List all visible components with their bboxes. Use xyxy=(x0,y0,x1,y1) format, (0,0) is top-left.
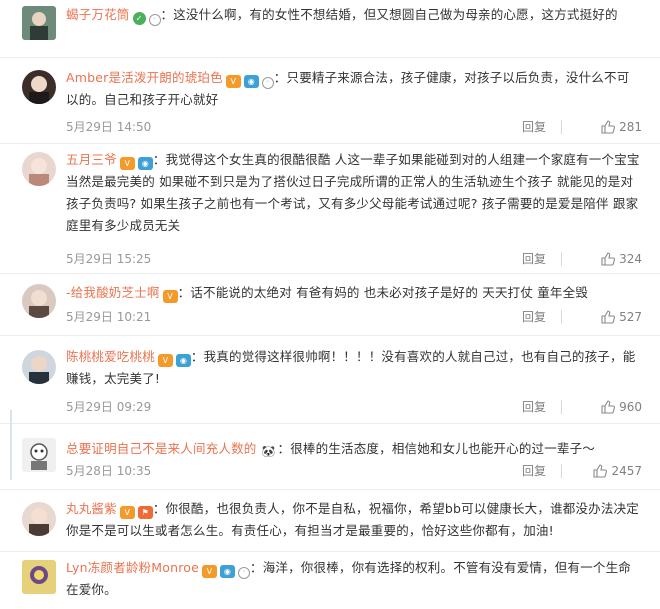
avatar-image xyxy=(22,70,56,104)
reply-button[interactable]: 回复 xyxy=(522,118,546,136)
comment-text: 丸丸酱紫 V ⚑ ：你很酷，也很负责人，你不是自私，祝福你，希望bb可以健康长大，谁都… xyxy=(66,501,639,538)
username-link[interactable]: Amber是活泼开朗的琥珀色 xyxy=(66,70,223,85)
timestamp: 5月28日 10:35 xyxy=(66,464,152,478)
reply-button[interactable]: 回复 xyxy=(522,398,546,416)
thumbs-up-icon xyxy=(601,310,616,324)
thumbs-up-icon xyxy=(601,400,616,414)
avatar[interactable] xyxy=(22,284,56,318)
vip-icon: V xyxy=(119,157,135,170)
username-link[interactable]: 蝎子万花筒 xyxy=(66,7,130,22)
username-link[interactable]: 陈桃桃爱吃桃桃 xyxy=(66,349,155,364)
like-count: 527 xyxy=(619,310,642,324)
comment-meta: 5月28日 10:35 回复 2457 xyxy=(66,462,642,480)
username-link[interactable]: 五月三爷 xyxy=(66,152,117,167)
comment-content: 我觉得这个女生真的很酷很酷 人这一辈子如果能碰到对的人组建一个家庭有一个宝宝当然… xyxy=(66,152,640,233)
username-link[interactable]: Lyn冻颜者龄粉Monroe xyxy=(66,560,199,575)
comment-content: 这没什么啊，有的女性不想结婚，但又想圆自己做为母亲的心愿，这方式挺好的 xyxy=(173,7,618,22)
comment-meta: 5月29日 10:21 回复 527 xyxy=(66,308,642,326)
ring-icon: ◦ xyxy=(238,567,250,579)
vip-icon: V xyxy=(202,565,217,578)
avatar-image xyxy=(22,152,56,186)
timestamp: 5月29日 09:29 xyxy=(66,400,152,414)
comment-item: 五月三爷 V ◉ ：我觉得这个女生真的很酷很酷 人这一辈子如果能碰到对的人组建一个家庭… xyxy=(0,144,660,274)
vip-icon: V xyxy=(119,506,135,519)
comment-text: 总要证明自己不是来人间充人数的 🐼 ：很棒的生活态度，相信她和女儿也能开心的过一辈子… xyxy=(66,441,596,458)
like-count: 281 xyxy=(619,120,642,134)
timestamp: 5月29日 10:21 xyxy=(66,310,152,324)
comment-item: 陈桃桃爱吃桃桃 V ◉ ：我真的觉得这样很帅啊！！！！没有喜欢的人就自己过，也有自己的… xyxy=(0,336,660,424)
camera-icon: ◉ xyxy=(243,75,259,88)
comment-meta: 5月29日 14:50 回复 281 xyxy=(66,118,642,136)
camera-icon: ◉ xyxy=(220,565,235,578)
divider xyxy=(561,464,562,478)
divider xyxy=(561,120,562,134)
avatar-image xyxy=(22,350,56,384)
avatar-image xyxy=(22,502,56,536)
comment-text: Lyn冻颜者龄粉Monroe V ◉ ◦ ：海洋，你很棒，你有选择的权利。不管有没有爱情… xyxy=(66,560,632,597)
avatar-image xyxy=(22,284,56,318)
username-link[interactable]: -给我酸奶芝士啊 xyxy=(66,285,160,300)
comment-text: 蝎子万花筒 ✓ ◦ ：这没什么啊，有的女性不想结婚，但又想圆自己做为母亲的心愿，这方式… xyxy=(66,4,642,26)
avatar[interactable] xyxy=(22,502,56,536)
like-button[interactable]: 324 xyxy=(601,250,642,268)
timestamp: 5月29日 15:25 xyxy=(66,252,152,266)
comment-item: Amber是活泼开朗的琥珀色 V ◉ ◦ ：只要精子来源合法，孩子健康，对孩子以后负责，… xyxy=(0,58,660,144)
like-count: 324 xyxy=(619,252,642,266)
avatar-image xyxy=(22,6,56,40)
divider xyxy=(561,310,562,324)
camera-icon: ◉ xyxy=(137,157,153,170)
comment-text: 陈桃桃爱吃桃桃 V ◉ ：我真的觉得这样很帅啊！！！！没有喜欢的人就自己过，也有自己的… xyxy=(66,349,636,386)
comment-item: 丸丸酱紫 V ⚑ ：你很酷，也很负责人，你不是自私，祝福你，希望bb可以健康长大，谁都… xyxy=(0,490,660,552)
reply-button[interactable]: 回复 xyxy=(522,308,546,326)
comment-item: -给我酸奶芝士啊 V ：话不能说的太绝对 有爸有妈的 也未必对孩子是好的 天天打仗 … xyxy=(0,274,660,336)
divider xyxy=(561,252,562,266)
avatar[interactable] xyxy=(22,350,56,384)
vip-icon: V xyxy=(157,354,173,367)
thumbs-up-icon xyxy=(601,120,616,134)
panda-icon: 🐼 xyxy=(259,445,278,458)
comment-text: -给我酸奶芝士啊 V ：话不能说的太绝对 有爸有妈的 也未必对孩子是好的 天天打仗 … xyxy=(66,285,589,303)
thumbs-up-icon xyxy=(601,252,616,266)
ring-icon: ◦ xyxy=(148,14,161,26)
flag-icon: ⚑ xyxy=(137,506,153,519)
verified-icon: ✓ xyxy=(132,12,146,25)
reply-button[interactable]: 回复 xyxy=(522,462,546,480)
thumbs-up-icon xyxy=(593,464,608,478)
avatar[interactable] xyxy=(22,6,56,40)
camera-icon: ◉ xyxy=(175,354,191,367)
username-link[interactable]: 丸丸酱紫 xyxy=(66,501,117,516)
like-button[interactable]: 281 xyxy=(601,118,642,136)
comment-item: Lyn冻颜者龄粉Monroe V ◉ ◦ ：海洋，你很棒，你有选择的权利。不管有没有爱情… xyxy=(0,552,660,609)
timestamp: 5月29日 14:50 xyxy=(66,120,152,134)
ring-icon: ◦ xyxy=(261,77,274,89)
like-button[interactable]: 2457 xyxy=(593,462,642,480)
username-link[interactable]: 总要证明自己不是来人间充人数的 xyxy=(66,441,257,456)
avatar[interactable] xyxy=(22,152,56,186)
like-count: 2457 xyxy=(611,464,642,478)
comment-content: 话不能说的太绝对 有爸有妈的 也未必对孩子是好的 天天打仗 童年全毁 xyxy=(190,285,589,300)
comment-item: 总要证明自己不是来人间充人数的 🐼 ：很棒的生活态度，相信她和女儿也能开心的过一辈子… xyxy=(0,424,660,490)
vip-icon: V xyxy=(225,75,241,88)
avatar[interactable] xyxy=(22,438,56,472)
comment-text: Amber是活泼开朗的琥珀色 V ◉ ◦ ：只要精子来源合法，孩子健康，对孩子以后负责，… xyxy=(66,70,630,107)
divider xyxy=(561,400,562,414)
like-count: 960 xyxy=(619,400,642,414)
comment-text: 五月三爷 V ◉ ：我觉得这个女生真的很酷很酷 人这一辈子如果能碰到对的人组建一个家庭… xyxy=(66,152,640,233)
like-button[interactable]: 960 xyxy=(601,398,642,416)
avatar[interactable] xyxy=(22,560,56,594)
avatar[interactable] xyxy=(22,70,56,104)
avatar-image xyxy=(22,438,56,472)
like-button[interactable]: 527 xyxy=(601,308,642,326)
vip-icon: V xyxy=(162,290,178,303)
comment-item: 蝎子万花筒 ✓ ◦ ：这没什么啊，有的女性不想结婚，但又想圆自己做为母亲的心愿，这方式… xyxy=(0,0,660,58)
reply-button[interactable]: 回复 xyxy=(522,250,546,268)
comment-content: 很棒的生活态度，相信她和女儿也能开心的过一辈子～ xyxy=(290,441,596,456)
avatar-image xyxy=(22,560,56,594)
comment-meta: 5月29日 09:29 回复 960 xyxy=(66,398,642,416)
comment-meta: 5月29日 15:25 回复 324 xyxy=(66,250,642,268)
